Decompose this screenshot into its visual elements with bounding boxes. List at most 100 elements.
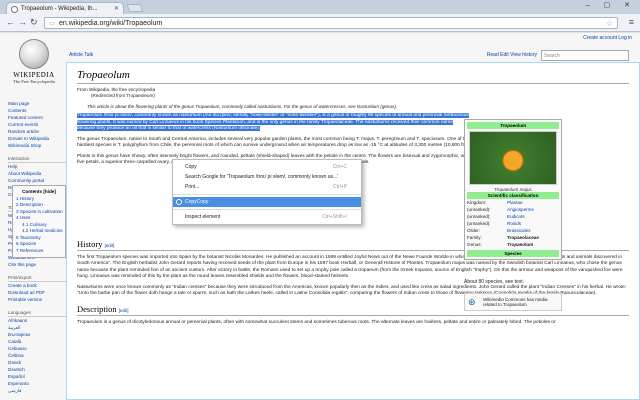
commons-logo-icon: ⊛ bbox=[468, 297, 476, 307]
taxon-rank: (unranked): bbox=[467, 207, 491, 212]
browser-tab[interactable]: Tropaeolum - Wikipedia, th... ✕ bbox=[6, 2, 124, 14]
forward-icon[interactable]: → bbox=[18, 17, 27, 27]
taxon-value[interactable]: Brassicales bbox=[507, 227, 531, 234]
lang-link[interactable]: Afrikaans bbox=[8, 317, 66, 324]
description-paragraph: Tropaeolum is a genus of dicotyledonous … bbox=[77, 319, 556, 325]
logo-subtitle: The Free Encyclopedia bbox=[13, 79, 55, 84]
taxon-rank: Kingdom: bbox=[467, 200, 487, 205]
window-controls[interactable]: – ▢ ✕ bbox=[586, 1, 636, 9]
sidebar-item-shop[interactable]: Wikimedia Shop bbox=[8, 142, 66, 149]
menu-item-copycopy[interactable]: CopyCopy bbox=[173, 197, 361, 207]
menu-item-print[interactable]: Print... Ctrl+P bbox=[173, 182, 361, 192]
menu-shortcut: Ctrl+C bbox=[332, 164, 347, 170]
sidebar-item-help[interactable]: Help bbox=[8, 163, 66, 170]
nasturtium-flower-image[interactable] bbox=[469, 131, 557, 185]
sidebar-section-languages[interactable]: Languages bbox=[8, 309, 66, 317]
menu-item-label: CopyCopy bbox=[185, 199, 209, 205]
personal-tools[interactable]: Create account Log in bbox=[583, 35, 632, 41]
lang-link[interactable]: Català bbox=[8, 338, 66, 345]
commons-text[interactable]: Wikimedia Commons has media related to T… bbox=[483, 297, 548, 307]
selected-text[interactable]: Tropaeolum /troʊˈpiːələm/, commonly know… bbox=[77, 113, 469, 131]
taxon-rank: (unranked): bbox=[467, 221, 491, 226]
lang-link[interactable]: Español bbox=[8, 373, 66, 380]
edit-section-link[interactable]: [edit] bbox=[119, 308, 129, 313]
lang-link[interactable]: Čeština bbox=[8, 352, 66, 359]
taxon-row: (unranked): Angiosperms bbox=[467, 206, 559, 213]
lang-link[interactable]: Български bbox=[8, 331, 66, 338]
logo-title: WIKIPEDIA bbox=[13, 71, 55, 79]
sidebar-item-main-page[interactable]: Main page bbox=[8, 100, 66, 107]
lead-paragraph: Tropaeolum /troʊˈpiːələm/, commonly know… bbox=[77, 113, 472, 133]
sidebar-item-printable[interactable]: Printable version bbox=[8, 296, 66, 303]
taxon-value: Tropaeolum bbox=[507, 242, 534, 247]
paragraph-2: The genus Tropaeolum, native to South an… bbox=[77, 136, 470, 149]
page-icon: ▭ bbox=[49, 21, 55, 27]
chrome-menu-icon[interactable]: ≡ bbox=[629, 17, 634, 27]
redirect-note[interactable]: (Redirected from Tropaeoleum) bbox=[91, 93, 629, 99]
taxon-value[interactable]: Plantae bbox=[507, 199, 523, 206]
browser-toolbar: ← → ↻ ▭ en.wikipedia.org/wiki/Tropaeolum… bbox=[0, 14, 640, 32]
new-tab-button[interactable] bbox=[126, 4, 144, 12]
sidebar-item-create-book[interactable]: Create a book bbox=[8, 282, 66, 289]
reload-icon[interactable]: ↻ bbox=[30, 17, 38, 28]
menu-item-label: Print... bbox=[185, 184, 200, 190]
sidebar-item-random[interactable]: Random article bbox=[8, 128, 66, 135]
toc-item[interactable]: 4.2 Herbal medicine bbox=[16, 228, 63, 235]
menu-shortcut: Ctrl+P bbox=[332, 184, 347, 190]
menu-item-copy[interactable]: Copy Ctrl+C bbox=[173, 162, 361, 172]
tab-read-edit-history[interactable]: Read Edit View history bbox=[487, 52, 537, 58]
taxon-value[interactable]: Eudicots bbox=[507, 213, 525, 220]
lang-link[interactable]: العربية bbox=[8, 324, 66, 331]
toc-item[interactable]: 7 References bbox=[16, 248, 62, 255]
classification-header[interactable]: Scientific classification bbox=[467, 192, 559, 199]
menu-item-search-google[interactable]: Search Google for 'Tropaeolum /troʊˈpiːə… bbox=[173, 172, 361, 182]
lang-link[interactable]: Deutsch bbox=[8, 366, 66, 373]
menu-item-inspect[interactable]: Inspect element Ctrl+Shift+I bbox=[173, 212, 361, 222]
wikipedia-favicon-icon bbox=[11, 6, 18, 13]
address-bar[interactable]: ▭ en.wikipedia.org/wiki/Tropaeolum ☆ bbox=[44, 17, 618, 29]
taxon-rank: Genus: bbox=[467, 242, 482, 247]
commons-box: ⊛ Wikimedia Commons has media related to… bbox=[464, 293, 562, 311]
taxon-row: Kingdom: Plantae bbox=[467, 199, 559, 206]
sidebar-item-donate[interactable]: Donate to Wikipedia bbox=[8, 135, 66, 142]
tab-article-talk[interactable]: Article Talk bbox=[69, 52, 93, 58]
page-title: Tropaeolum bbox=[77, 69, 629, 84]
sidebar-item-current-events[interactable]: Current events bbox=[8, 121, 66, 128]
lang-link[interactable]: Cebuano bbox=[8, 345, 66, 352]
close-tab-icon[interactable]: ✕ bbox=[114, 5, 119, 12]
search-input[interactable]: Search bbox=[541, 50, 629, 61]
sidebar-item-cite[interactable]: Cite this page bbox=[8, 261, 66, 268]
species-text: About 80 species, see text. bbox=[464, 279, 525, 285]
taxon-row: (unranked): Rosids bbox=[467, 220, 559, 227]
wikipedia-page: Create account Log in WIKIPEDIA The Free… bbox=[0, 33, 640, 400]
sidebar-item-featured[interactable]: Featured content bbox=[8, 114, 66, 121]
taxon-value[interactable]: Angiosperms bbox=[507, 206, 534, 213]
menu-separator bbox=[173, 194, 361, 195]
taxon-rank: (unranked): bbox=[467, 214, 491, 219]
description-title: Description bbox=[77, 303, 117, 314]
sidebar-item-about[interactable]: About Wikipedia bbox=[8, 170, 66, 177]
lang-link[interactable]: Esperanto bbox=[8, 380, 66, 387]
sidebar-item-contents[interactable]: Contents bbox=[8, 107, 66, 114]
menu-shortcut: Ctrl+Shift+I bbox=[321, 214, 347, 220]
table-of-contents: Contents [hide] 1 History 2 Description … bbox=[12, 185, 66, 258]
species-header: Species bbox=[467, 250, 559, 257]
url-text: en.wikipedia.org/wiki/Tropaeolum bbox=[59, 20, 163, 27]
sidebar-section-print[interactable]: Print/export bbox=[8, 274, 66, 282]
sidebar-section-interaction[interactable]: Interaction bbox=[8, 155, 66, 163]
taxon-rank: Family: bbox=[467, 235, 482, 240]
menu-item-label: Copy bbox=[185, 164, 197, 170]
lang-link[interactable]: فارسی bbox=[8, 387, 66, 394]
lang-link[interactable]: Dansk bbox=[8, 359, 66, 366]
toc-title[interactable]: Contents [hide] bbox=[16, 189, 62, 196]
sidebar-item-community[interactable]: Community portal bbox=[8, 177, 66, 184]
bookmark-star-icon[interactable]: ☆ bbox=[606, 19, 613, 28]
taxon-row: Order: Brassicales bbox=[467, 227, 559, 234]
taxon-value[interactable]: Rosids bbox=[507, 220, 521, 227]
wikipedia-logo[interactable]: WIKIPEDIA The Free Encyclopedia bbox=[8, 39, 60, 84]
taxon-row: Family: Tropaeolaceae bbox=[467, 234, 559, 241]
edit-section-link[interactable]: [edit] bbox=[105, 243, 115, 248]
page-tabs: Article Talk Read Edit View history Sear… bbox=[69, 50, 629, 61]
sidebar-item-pdf[interactable]: Download as PDF bbox=[8, 289, 66, 296]
back-icon[interactable]: ← bbox=[6, 17, 15, 27]
